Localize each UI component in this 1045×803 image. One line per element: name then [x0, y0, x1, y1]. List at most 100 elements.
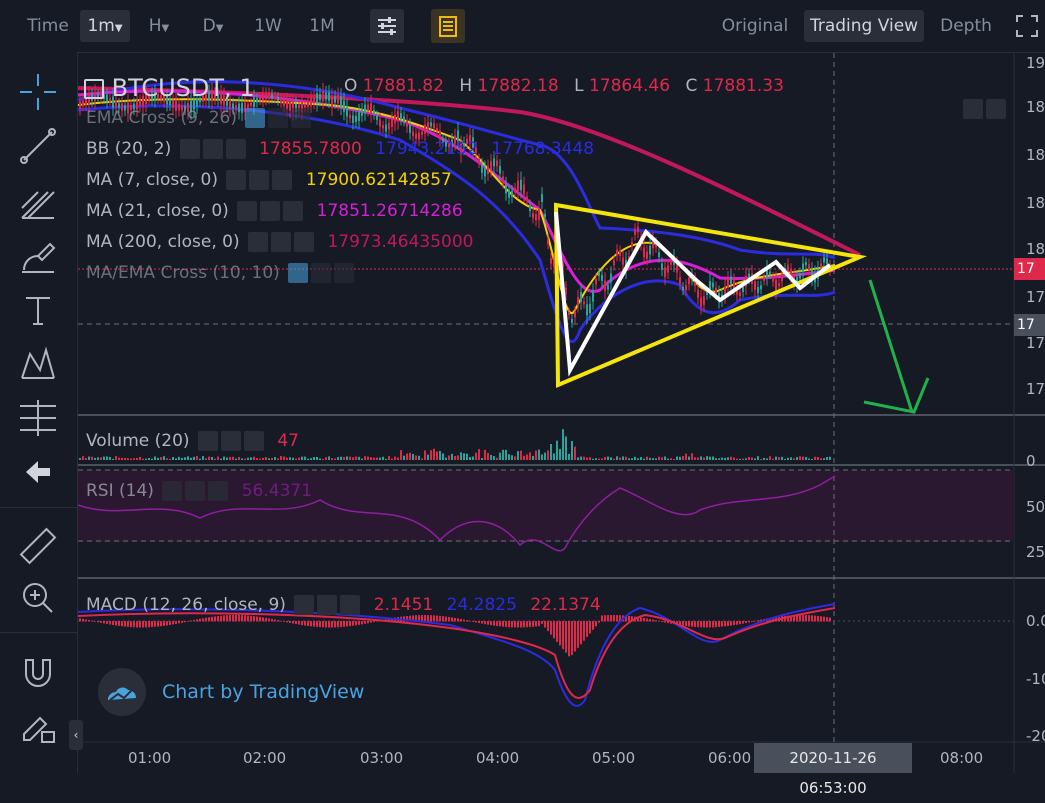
- ma21-value: 17851.26714286: [316, 201, 463, 221]
- volume-bar: [712, 456, 714, 460]
- volume-bar: [772, 458, 774, 460]
- gear-icon[interactable]: [260, 201, 281, 221]
- volume-bar: [121, 457, 123, 460]
- volume-bar: [439, 450, 441, 460]
- volume-bar: [262, 457, 264, 460]
- close-icon[interactable]: [225, 139, 246, 159]
- gear-icon[interactable]: [311, 263, 332, 283]
- macd-hist-bar: [262, 617, 264, 622]
- candle-body: [658, 252, 660, 258]
- volume-bar: [682, 456, 684, 460]
- close-icon[interactable]: [208, 481, 229, 501]
- gear-icon[interactable]: [185, 481, 206, 501]
- macd-hist-bar: [694, 621, 696, 628]
- volume-bar: [610, 457, 612, 460]
- volume-tick: 0: [1026, 452, 1036, 470]
- gear-icon[interactable]: [268, 108, 289, 128]
- volume-bar: [346, 456, 348, 460]
- close-icon[interactable]: [291, 108, 312, 128]
- volume-bar: [124, 457, 126, 460]
- legend-rsi: RSI (14) 56.4371: [86, 481, 313, 501]
- eye-icon[interactable]: [197, 431, 218, 451]
- volume-bar: [136, 457, 138, 460]
- eye-icon[interactable]: [162, 481, 183, 501]
- gear-icon[interactable]: [249, 170, 270, 190]
- close-icon[interactable]: [243, 431, 264, 451]
- volume-bar: [340, 456, 342, 460]
- gear-icon[interactable]: [220, 431, 241, 451]
- volume-bar: [199, 458, 201, 460]
- eye-icon[interactable]: [179, 139, 200, 159]
- macd-hist-bar: [514, 621, 516, 628]
- volume-bar: [265, 457, 267, 460]
- macd-hist-bar: [826, 617, 828, 622]
- macd-hist-bar: [364, 621, 366, 624]
- volume-bar: [133, 458, 135, 460]
- macd-hist-bar: [337, 621, 339, 628]
- eye-icon[interactable]: [245, 108, 266, 128]
- macd-hist-bar: [169, 621, 171, 625]
- volume-bar: [154, 456, 156, 460]
- volume-bar: [598, 458, 600, 460]
- close-icon[interactable]: [340, 595, 361, 615]
- volume-bar: [232, 456, 234, 460]
- macd-hist-bar: [121, 621, 123, 627]
- volume-bar: [700, 456, 702, 460]
- time-tick: 01:00: [128, 749, 172, 767]
- time-tick: 06:00: [708, 749, 752, 767]
- candle-body: [364, 104, 366, 114]
- macd-hist-bar: [727, 621, 729, 627]
- macd-hist-bar: [340, 621, 342, 628]
- volume-bar: [490, 454, 492, 460]
- macd-signal-value: 24.2825: [446, 595, 517, 615]
- candle-body: [382, 125, 384, 129]
- macd-hist-bar: [454, 617, 456, 622]
- legend-ma-ema-cross: MA/EMA Cross (10, 10): [86, 261, 355, 285]
- close-icon[interactable]: [283, 201, 304, 221]
- volume-bar: [649, 457, 651, 460]
- macd-hist-bar: [160, 621, 162, 627]
- macd-hist-bar: [331, 621, 333, 628]
- volume-bar: [349, 456, 351, 460]
- macd-hist-bar: [370, 621, 372, 623]
- candle-body: [778, 283, 780, 287]
- collapse-legend-icon[interactable]: [84, 79, 104, 99]
- candle-body: [619, 250, 621, 256]
- macd-hist-bar: [532, 621, 534, 627]
- close-icon[interactable]: [334, 263, 355, 283]
- arrow-up-down-icon[interactable]: [986, 98, 1006, 119]
- gear-icon[interactable]: [317, 595, 338, 615]
- volume-bar: [142, 458, 144, 460]
- close-icon[interactable]: [272, 170, 293, 190]
- volume-bar: [517, 451, 519, 460]
- gear-icon[interactable]: [271, 232, 292, 252]
- arrow-down-icon[interactable]: [963, 98, 983, 119]
- macd-hist-bar: [607, 615, 609, 622]
- eye-icon[interactable]: [237, 201, 258, 221]
- volume-bar: [229, 456, 231, 460]
- eye-icon[interactable]: [288, 263, 309, 283]
- down-arrow-annotation: [868, 279, 914, 413]
- eye-icon[interactable]: [294, 595, 315, 615]
- macd-hist-bar: [550, 621, 552, 635]
- macd-hist-bar: [652, 619, 654, 622]
- close-icon[interactable]: [294, 232, 315, 252]
- volume-bar: [184, 457, 186, 460]
- macd-hist-bar: [193, 619, 195, 622]
- volume-bar: [763, 457, 765, 460]
- gear-icon[interactable]: [202, 139, 223, 159]
- eye-icon[interactable]: [226, 170, 247, 190]
- macd-hist-bar: [277, 620, 279, 622]
- volume-bar: [226, 457, 228, 460]
- macd-hist-bar: [472, 621, 474, 622]
- volume-bar: [205, 458, 207, 460]
- macd-hist-bar: [688, 621, 690, 627]
- macd-hist-bar: [655, 620, 657, 622]
- volume-bar: [256, 458, 258, 460]
- candle-body: [712, 282, 714, 288]
- volume-bar: [406, 453, 408, 460]
- macd-hist-bar: [616, 615, 618, 622]
- volume-bar: [271, 457, 273, 460]
- eye-icon[interactable]: [248, 232, 269, 252]
- macd-hist-bar: [586, 621, 588, 638]
